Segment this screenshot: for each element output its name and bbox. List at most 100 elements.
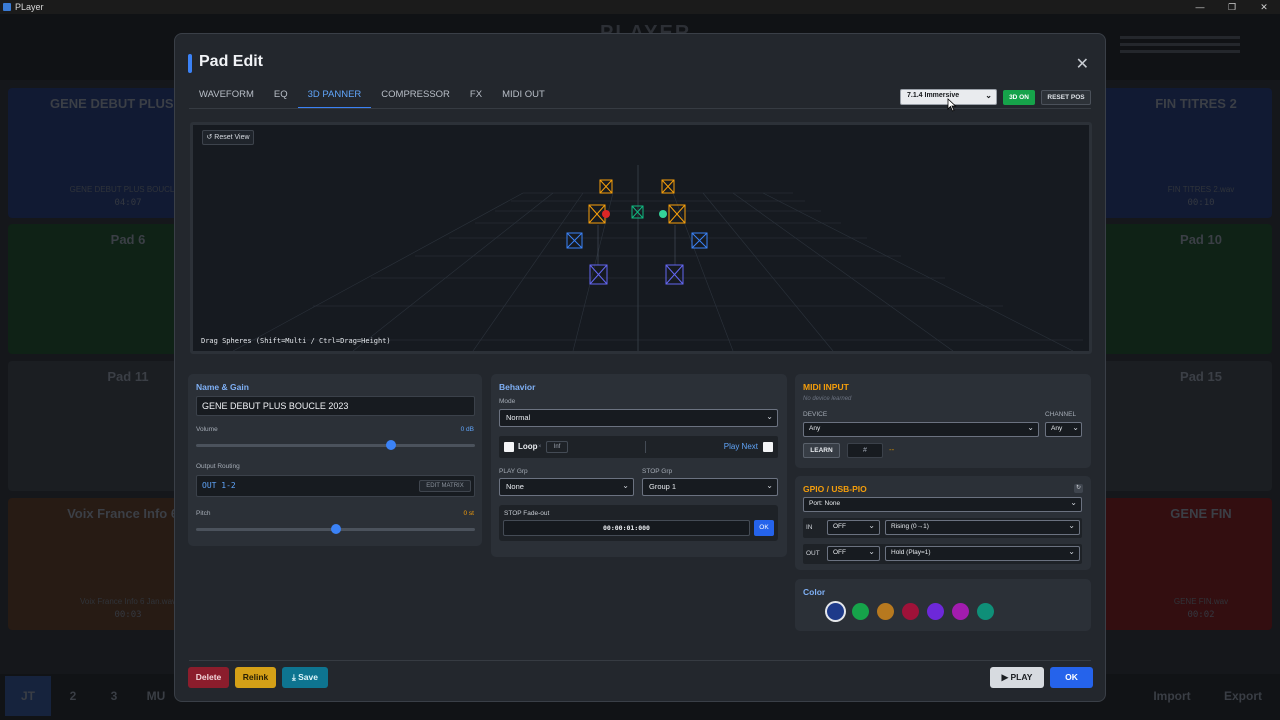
minimize-button[interactable]: — (1184, 2, 1216, 13)
loop-checkbox[interactable] (504, 442, 514, 452)
chevron-down-icon: ⌄ (766, 481, 773, 490)
ok-button[interactable]: OK (1050, 667, 1093, 688)
midi-device-select[interactable]: Any ⌄ (803, 422, 1039, 437)
mouse-cursor-icon (947, 98, 957, 112)
viewport-hint: Drag Spheres (Shift=Multi / Ctrl=Drag=He… (201, 337, 391, 345)
color-swatch[interactable] (952, 603, 969, 620)
name-gain-card: Name & Gain GENE DEBUT PLUS BOUCLE 2023 … (188, 374, 482, 546)
fadeout-input[interactable]: 00:00:01:000 (503, 520, 750, 536)
modal-title: Pad Edit (199, 53, 264, 70)
color-title: Color (803, 587, 826, 597)
mode-label: Mode (499, 398, 516, 405)
midi-channel-select[interactable]: Any ⌄ (1045, 422, 1082, 437)
export-button[interactable]: Export (1210, 676, 1276, 716)
bank-tab-mu[interactable]: MU (138, 676, 174, 716)
name-gain-title: Name & Gain (196, 382, 249, 392)
output-routing-value: OUT 1-2 (202, 481, 236, 490)
pad-edit-modal: Pad Edit ✕ WAVEFORM EQ 3D PANNER COMPRES… (174, 33, 1106, 702)
tab-eq[interactable]: EQ (264, 84, 298, 109)
tab-waveform[interactable]: WAVEFORM (189, 84, 264, 109)
reset-view-button[interactable]: ↺ Reset View (202, 130, 254, 145)
gpio-in-state-select[interactable]: OFF ⌄ (827, 520, 880, 535)
chevron-down-icon: ⌄ (1068, 547, 1075, 556)
delete-button[interactable]: Delete (188, 667, 229, 688)
play-next-checkbox[interactable] (763, 442, 773, 452)
behavior-title: Behavior (499, 382, 536, 392)
gpio-out-mode-select[interactable]: Hold (Play=1) ⌄ (885, 546, 1080, 561)
relink-button[interactable]: Relink (235, 667, 276, 688)
speaker-side-left-icon[interactable] (566, 232, 583, 249)
behavior-card: Behavior Mode Normal ⌄ Loop × Inf Play N… (491, 374, 787, 557)
3d-panner-viewport[interactable]: ↺ Reset View Drag Spheres (Shift=Multi /… (190, 122, 1092, 354)
speaker-center-icon[interactable] (631, 205, 644, 219)
3d-scene[interactable] (193, 125, 1089, 351)
tab-3d-panner[interactable]: 3D PANNER (297, 84, 372, 109)
speaker-side-right-icon[interactable] (691, 232, 708, 249)
loop-count-input[interactable]: Inf (546, 441, 568, 453)
gpio-out-mode-value: Hold (Play=1) (891, 549, 931, 556)
speaker-top-right-icon[interactable] (661, 179, 675, 194)
close-window-button[interactable]: ✕ (1248, 2, 1280, 13)
pitch-label: Pitch (196, 510, 211, 517)
play-group-select[interactable]: None ⌄ (499, 478, 634, 496)
edit-matrix-button[interactable]: EDIT MATRIX (419, 480, 471, 492)
gpio-title: GPIO / USB-PIO (803, 484, 867, 494)
loop-label: Loop (518, 442, 538, 451)
volume-label: Volume (196, 426, 218, 433)
pitch-value: 0 st (463, 510, 474, 517)
bank-tab-2[interactable]: 2 (55, 676, 91, 716)
speaker-stems (597, 225, 676, 265)
pitch-slider[interactable] (196, 524, 475, 534)
midi-note-input[interactable]: # (847, 443, 883, 458)
maximize-button[interactable]: ❐ (1216, 2, 1248, 13)
volume-slider[interactable] (196, 440, 475, 450)
reset-pos-button[interactable]: RESET POS (1041, 90, 1091, 105)
color-swatch[interactable] (827, 603, 844, 620)
close-icon[interactable]: ✕ (1076, 54, 1089, 74)
speaker-front-right-icon[interactable] (668, 204, 686, 224)
color-swatch[interactable] (902, 603, 919, 620)
window-title: PLayer (15, 2, 44, 12)
gpio-out-row: OUT OFF ⌄ Hold (Play=1) ⌄ (803, 544, 1082, 564)
chevron-down-icon: ⌄ (985, 91, 992, 100)
chevron-down-icon: ⌄ (622, 481, 629, 490)
speaker-rear-right-icon[interactable] (665, 264, 684, 285)
save-button[interactable]: ⤓ Save (282, 667, 328, 688)
tab-fx[interactable]: FX (460, 84, 492, 109)
color-swatch[interactable] (927, 603, 944, 620)
source-sphere-left-icon[interactable] (602, 210, 610, 218)
pitch-slider-thumb[interactable] (330, 524, 341, 534)
volume-slider-thumb[interactable] (386, 440, 397, 450)
gpio-port-value: Port: None (809, 500, 841, 507)
import-button[interactable]: Import (1140, 676, 1204, 716)
learn-button[interactable]: LEARN (803, 443, 840, 458)
3d-on-button[interactable]: 3D ON (1003, 90, 1035, 105)
mode-select[interactable]: Normal ⌄ (499, 409, 778, 427)
channel-label: CHANNEL (1045, 411, 1077, 418)
floor-grid (232, 192, 1083, 351)
loop-times-icon: × (538, 444, 542, 450)
play-button[interactable]: ▶ PLAY (990, 667, 1044, 688)
fadeout-ok-button[interactable]: OK (754, 520, 774, 536)
color-swatch[interactable] (977, 603, 994, 620)
gpio-in-trigger-select[interactable]: Rising (0→1) ⌄ (885, 520, 1080, 535)
gpio-out-state-select[interactable]: OFF ⌄ (827, 546, 880, 561)
gpio-port-select[interactable]: Port: None ⌄ (803, 497, 1082, 512)
tab-midi-out[interactable]: MIDI OUT (492, 84, 555, 109)
pad-name-input[interactable]: GENE DEBUT PLUS BOUCLE 2023 (196, 396, 475, 416)
refresh-icon[interactable]: ↻ (1074, 484, 1083, 493)
midi-device-note: No device learned (803, 396, 852, 402)
fadeout-label: STOP Fade-out (504, 510, 550, 517)
bank-tab-jt[interactable]: JT (5, 676, 51, 716)
stop-group-select[interactable]: Group 1 ⌄ (642, 478, 778, 496)
source-sphere-right-icon[interactable] (659, 210, 667, 218)
color-swatch[interactable] (852, 603, 869, 620)
play-next-label: Play Next (723, 442, 758, 451)
bank-tab-3[interactable]: 3 (96, 676, 132, 716)
tab-compressor[interactable]: COMPRESSOR (371, 84, 460, 109)
bg-meta (1120, 36, 1240, 66)
speaker-top-left-icon[interactable] (599, 179, 613, 194)
color-swatch[interactable] (877, 603, 894, 620)
chevron-down-icon: ⌄ (766, 412, 773, 421)
chevron-down-icon: ⌄ (868, 521, 875, 530)
